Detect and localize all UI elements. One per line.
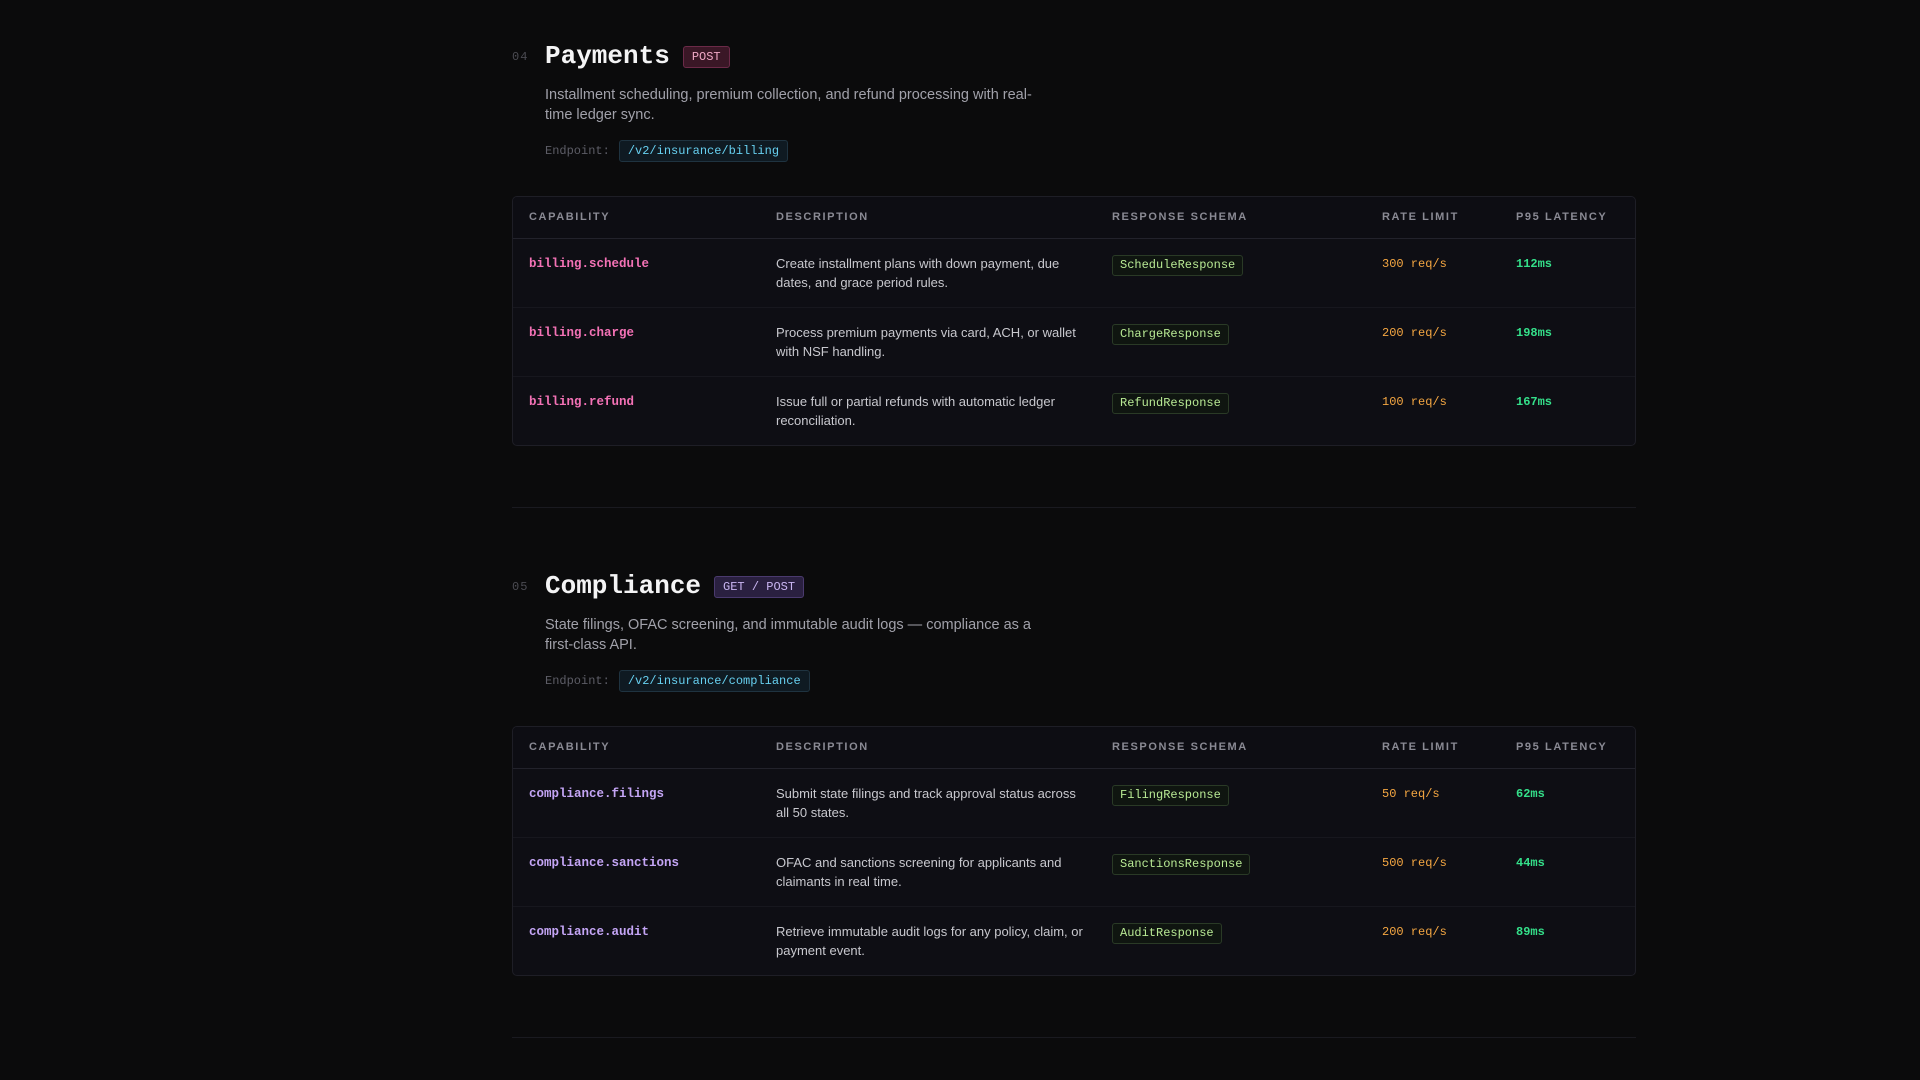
capability-description: Issue full or partial refunds with autom… xyxy=(776,394,1055,428)
section-description: Installment scheduling, premium collecti… xyxy=(545,87,1032,123)
capability-description: Process premium payments via card, ACH, … xyxy=(776,325,1076,359)
p95-latency: 62ms xyxy=(1516,787,1545,801)
column-header-description: DESCRIPTION xyxy=(776,211,869,223)
table-row: billing.schedule Create installment plan… xyxy=(513,239,1635,308)
table-header: CAPABILITY DESCRIPTION RESPONSE SCHEMA R… xyxy=(513,727,1635,769)
capability-name[interactable]: compliance.sanctions xyxy=(529,856,679,870)
column-header-rate-limit: RATE LIMIT xyxy=(1382,211,1459,223)
table-row: compliance.audit Retrieve immutable audi… xyxy=(513,907,1635,975)
rate-limit: 50 req/s xyxy=(1382,787,1440,801)
column-header-p95-latency: P95 LATENCY xyxy=(1516,211,1608,223)
response-schema[interactable]: AuditResponse xyxy=(1112,923,1222,944)
column-header-response-schema: RESPONSE SCHEMA xyxy=(1112,741,1248,753)
table-row: compliance.filings Submit state filings … xyxy=(513,769,1635,838)
p95-latency: 44ms xyxy=(1516,856,1545,870)
capabilities-table: CAPABILITY DESCRIPTION RESPONSE SCHEMA R… xyxy=(512,726,1636,976)
column-header-capability: CAPABILITY xyxy=(529,211,611,223)
capabilities-table: CAPABILITY DESCRIPTION RESPONSE SCHEMA R… xyxy=(512,196,1636,446)
capability-description: Submit state filings and track approval … xyxy=(776,786,1076,820)
section-number: 05 xyxy=(512,580,529,594)
table-row: billing.charge Process premium payments … xyxy=(513,308,1635,377)
table-header: CAPABILITY DESCRIPTION RESPONSE SCHEMA R… xyxy=(513,197,1635,239)
column-header-p95-latency: P95 LATENCY xyxy=(1516,741,1608,753)
column-header-description: DESCRIPTION xyxy=(776,741,869,753)
rate-limit: 100 req/s xyxy=(1382,395,1447,409)
rate-limit: 300 req/s xyxy=(1382,257,1447,271)
endpoint-path[interactable]: /v2/insurance/compliance xyxy=(618,670,810,692)
p95-latency: 198ms xyxy=(1516,326,1553,340)
p95-latency: 167ms xyxy=(1516,395,1553,409)
response-schema[interactable]: ScheduleResponse xyxy=(1112,255,1244,276)
endpoint: Endpoint: /v2/insurance/compliance xyxy=(545,670,810,692)
column-header-response-schema: RESPONSE SCHEMA xyxy=(1112,211,1248,223)
p95-latency: 89ms xyxy=(1516,925,1545,939)
endpoint: Endpoint: /v2/insurance/billing xyxy=(545,140,789,162)
section-header: Payments POST xyxy=(545,41,730,71)
capability-name[interactable]: compliance.filings xyxy=(529,787,664,801)
p95-latency: 112ms xyxy=(1516,257,1553,271)
table-row: compliance.sanctions OFAC and sanctions … xyxy=(513,838,1635,907)
rate-limit: 500 req/s xyxy=(1382,856,1447,870)
capability-name[interactable]: billing.charge xyxy=(529,326,634,340)
capability-description: Create installment plans with down payme… xyxy=(776,256,1060,290)
capability-description: OFAC and sanctions screening for applica… xyxy=(776,855,1062,889)
section-title: Compliance xyxy=(545,571,702,601)
capability-name[interactable]: compliance.audit xyxy=(529,925,649,939)
section-header: Compliance GET / POST xyxy=(545,571,805,601)
capability-description: Retrieve immutable audit logs for any po… xyxy=(776,924,1083,958)
endpoint-label: Endpoint: xyxy=(545,674,610,688)
section-divider xyxy=(512,507,1636,508)
response-schema[interactable]: RefundResponse xyxy=(1112,393,1229,414)
section-divider xyxy=(512,1037,1636,1038)
rate-limit: 200 req/s xyxy=(1382,925,1447,939)
section-description: State filings, OFAC screening, and immut… xyxy=(545,617,1031,653)
column-header-capability: CAPABILITY xyxy=(529,741,611,753)
column-header-rate-limit: RATE LIMIT xyxy=(1382,741,1459,753)
method-badge: POST xyxy=(682,46,730,68)
capability-name[interactable]: billing.schedule xyxy=(529,257,649,271)
page: 04 Payments POST Installment scheduling,… xyxy=(0,0,1920,1080)
section-number: 04 xyxy=(512,50,529,64)
table-row: billing.refund Issue full or partial ref… xyxy=(513,377,1635,445)
rate-limit: 200 req/s xyxy=(1382,326,1447,340)
capability-name[interactable]: billing.refund xyxy=(529,395,634,409)
response-schema[interactable]: SanctionsResponse xyxy=(1112,854,1251,875)
response-schema[interactable]: ChargeResponse xyxy=(1112,324,1229,345)
endpoint-label: Endpoint: xyxy=(545,144,610,158)
method-badge: GET / POST xyxy=(714,576,805,598)
section-title: Payments xyxy=(545,41,670,71)
endpoint-path[interactable]: /v2/insurance/billing xyxy=(618,140,789,162)
response-schema[interactable]: FilingResponse xyxy=(1112,785,1229,806)
